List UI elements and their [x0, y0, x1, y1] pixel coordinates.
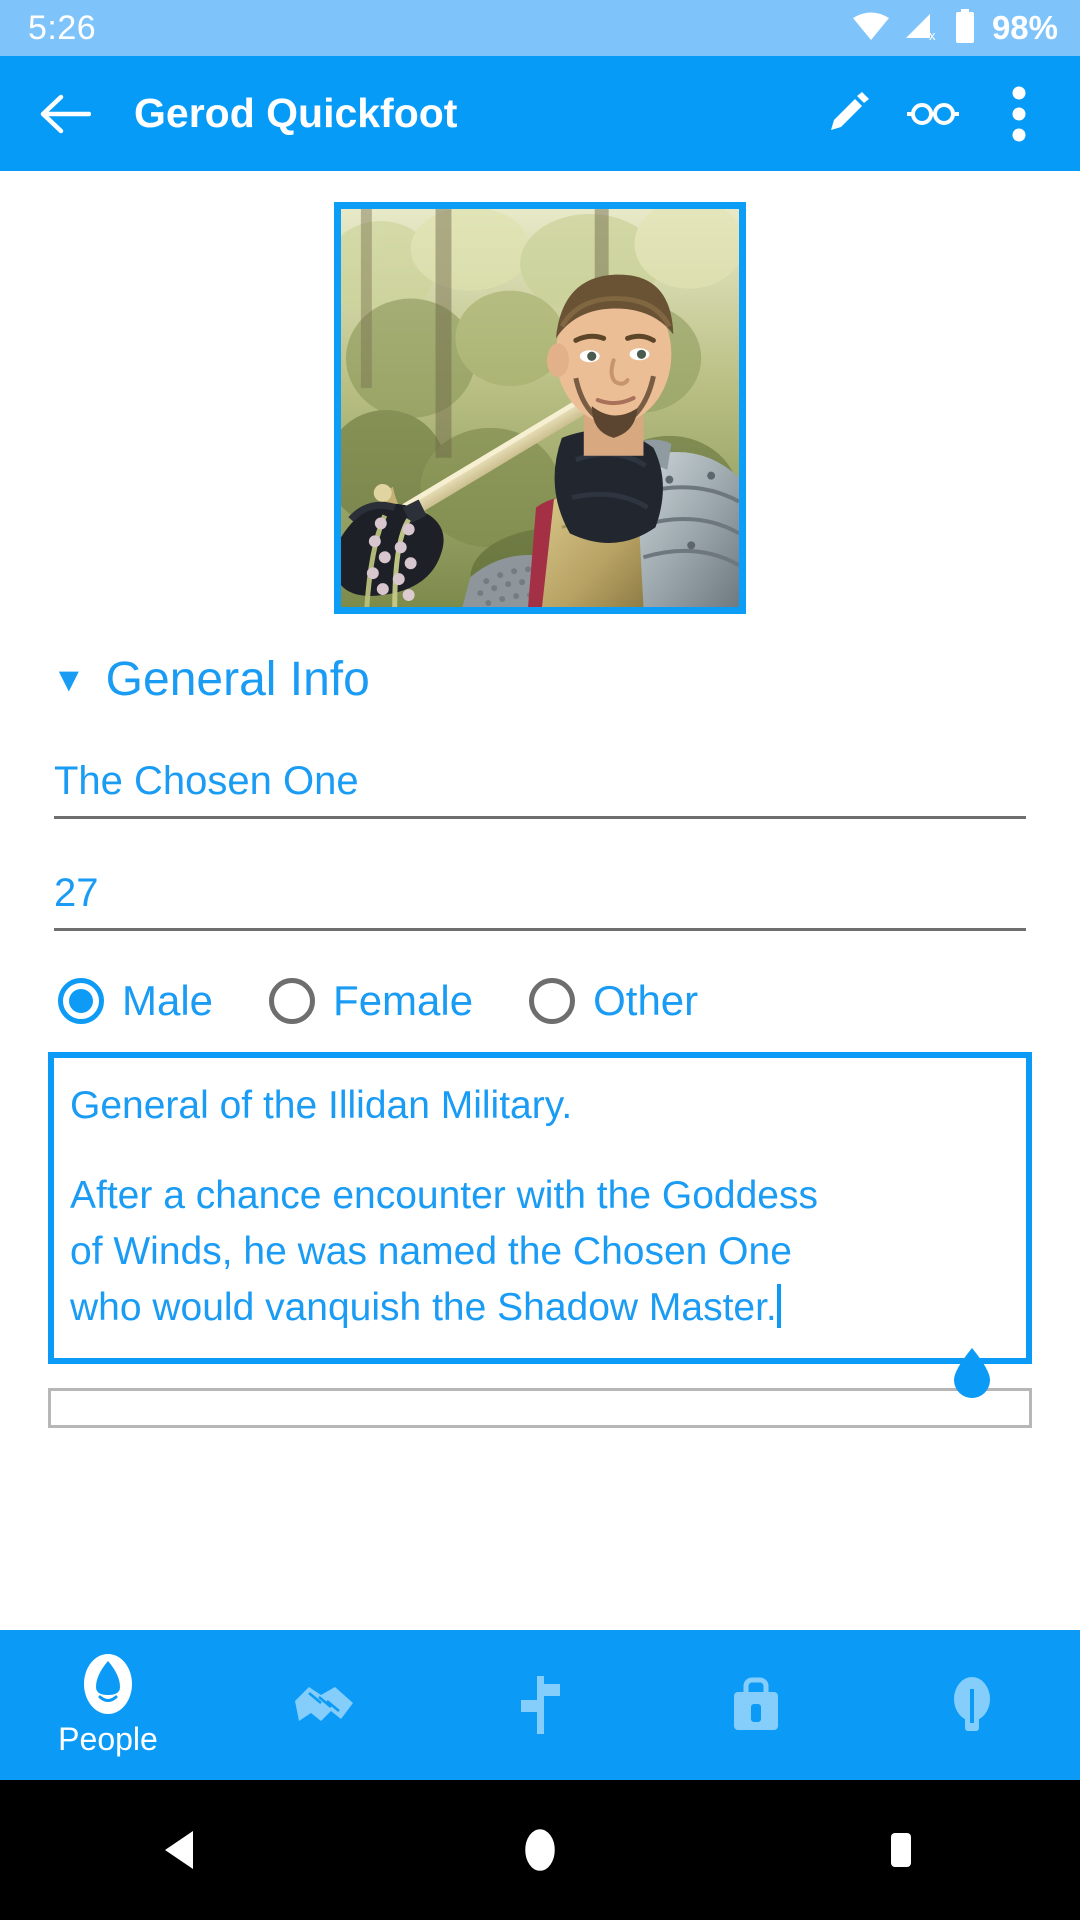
person-portrait[interactable]	[334, 202, 746, 614]
handshake-icon	[291, 1674, 357, 1736]
nav-item-items[interactable]	[648, 1630, 864, 1780]
bio-line-4-text: who would vanquish the Shadow Master.	[70, 1286, 777, 1329]
nav-item-relationships[interactable]	[216, 1630, 432, 1780]
bio-textarea[interactable]: General of the Illidan Military. After a…	[48, 1052, 1032, 1398]
edit-icon[interactable]	[804, 71, 890, 157]
status-bar: 5:26 x 98%	[0, 0, 1080, 56]
portrait-image	[341, 209, 739, 607]
nav-item-places[interactable]	[432, 1630, 648, 1780]
text-caret	[776, 1284, 781, 1328]
bio-line-4: who would vanquish the Shadow Master.	[70, 1280, 1004, 1336]
home-icon[interactable]	[480, 1800, 600, 1900]
signpost-icon	[516, 1674, 564, 1736]
back-icon[interactable]	[120, 1800, 240, 1900]
cellular-no-signal-icon: x	[904, 11, 940, 46]
radio-female-label: Female	[333, 977, 474, 1024]
radio-male-label: Male	[122, 977, 214, 1024]
bio-line-3: of Winds, he was named the Chosen One	[70, 1230, 792, 1273]
age-field-underline	[54, 928, 1026, 931]
title-field-value[interactable]: The Chosen One	[54, 759, 1026, 816]
radio-male-circle[interactable]	[58, 978, 104, 1024]
radio-female[interactable]: Female	[269, 977, 473, 1025]
page-title: Gerod Quickfoot	[134, 90, 458, 136]
battery-icon	[954, 8, 976, 48]
bottom-navigation: People	[0, 1630, 1080, 1780]
android-system-nav	[0, 1780, 1080, 1920]
text-cursor-handle-icon[interactable]	[944, 1348, 1000, 1404]
nav-item-people[interactable]: People	[0, 1630, 216, 1780]
next-field-preview[interactable]	[48, 1388, 1032, 1428]
age-field-value[interactable]: 27	[54, 871, 1026, 928]
radio-female-circle[interactable]	[269, 978, 316, 1024]
bio-blank-line	[70, 1134, 1004, 1168]
detail-scroll-area[interactable]: ▼ General Info The Chosen One 27 Male Fe…	[0, 171, 1080, 1490]
briefcase-icon	[728, 1674, 784, 1736]
glasses-icon[interactable]	[890, 71, 976, 157]
overflow-menu-icon[interactable]	[976, 71, 1062, 157]
gender-radio-group: Male Female Other	[58, 977, 1080, 1025]
wifi-icon	[852, 11, 890, 46]
section-header-general-info[interactable]: ▼ General Info	[52, 652, 1080, 707]
radio-other[interactable]: Other	[529, 977, 698, 1025]
age-field[interactable]: 27	[54, 819, 1026, 931]
recents-icon[interactable]	[840, 1800, 960, 1900]
radio-male[interactable]: Male	[58, 977, 213, 1025]
svg-text:x: x	[929, 28, 936, 41]
radio-male-dot	[69, 989, 93, 1013]
title-field[interactable]: The Chosen One	[54, 707, 1026, 819]
lightbulb-icon	[950, 1674, 994, 1736]
app-toolbar: Gerod Quickfoot	[0, 56, 1080, 171]
nav-item-ideas[interactable]	[864, 1630, 1080, 1780]
status-icons: x 98%	[852, 8, 1058, 48]
radio-other-circle[interactable]	[529, 978, 576, 1024]
status-clock: 5:26	[28, 8, 97, 47]
section-title: General Info	[105, 653, 370, 706]
bio-line-2: After a chance encounter with the Goddes…	[70, 1174, 818, 1217]
chevron-down-icon: ▼	[52, 660, 86, 699]
arrow-back-icon[interactable]	[30, 79, 100, 149]
people-icon	[79, 1653, 137, 1715]
nav-item-people-label: People	[58, 1720, 158, 1757]
radio-other-label: Other	[593, 977, 699, 1024]
battery-percent: 98%	[991, 9, 1058, 46]
bio-line-1: General of the Illidan Military.	[70, 1084, 573, 1127]
